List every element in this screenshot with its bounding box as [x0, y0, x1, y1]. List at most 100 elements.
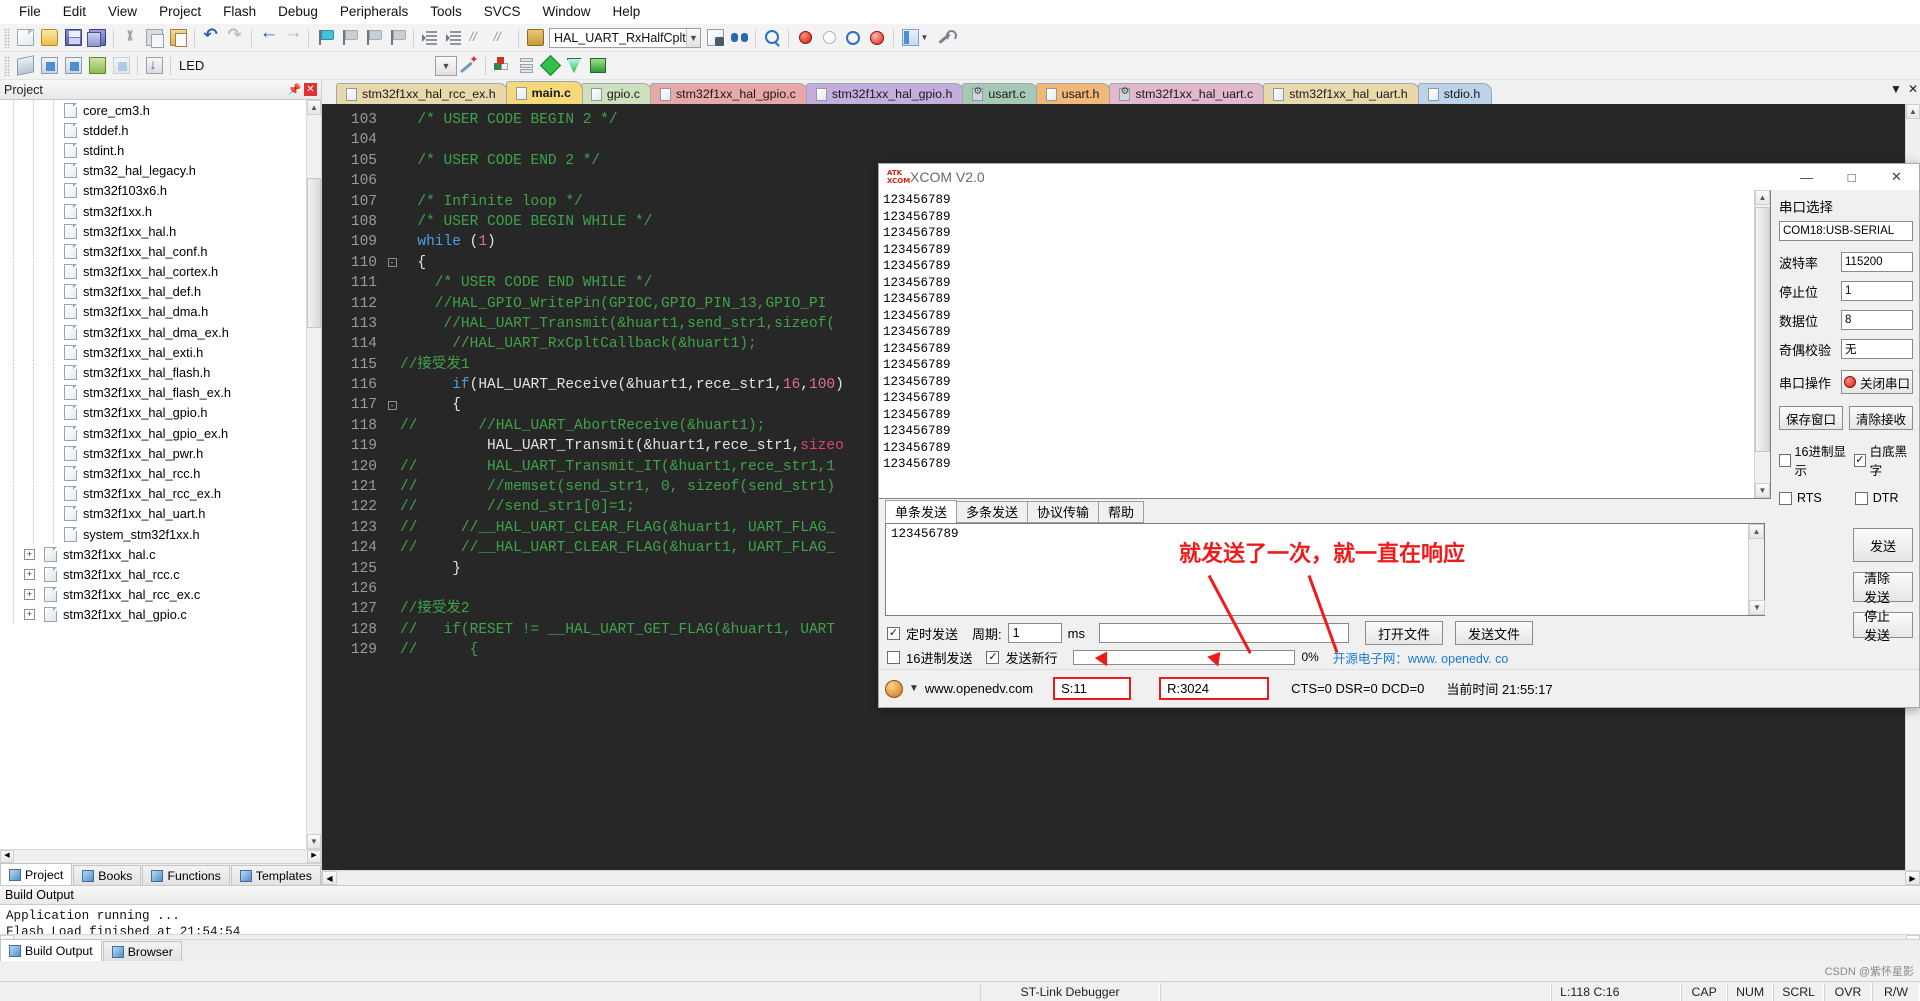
project-tab-books[interactable]: Books [73, 865, 142, 885]
tree-item[interactable]: + stm32f1xx_hal_rcc_ex.c [0, 584, 321, 605]
tree-expander[interactable]: + [24, 605, 44, 625]
scroll-down-icon[interactable]: ▼ [307, 834, 321, 849]
menu-item-debug[interactable]: Debug [267, 1, 329, 22]
xcom-window[interactable]: ATK XCOM XCOM V2.0 — □ ✕ 123456789 123456… [878, 163, 1920, 708]
editor-tab-stm32f1xx_hal_uart-c[interactable]: stm32f1xx_hal_uart.c [1109, 83, 1266, 104]
tree-item[interactable]: stm32f1xx_hal.h [0, 221, 321, 242]
tree-item[interactable]: stm32f1xx_hal_flash.h [0, 362, 321, 383]
indent-button[interactable] [418, 26, 442, 50]
menu-item-view[interactable]: View [97, 1, 148, 22]
window-layout-button[interactable]: ▼ [898, 26, 932, 50]
tree-item[interactable]: + stm32f1xx_hal_rcc.c [0, 564, 321, 585]
uncomment-button[interactable]: // [490, 26, 514, 50]
send-scrollbar[interactable]: ▲ ▼ [1748, 523, 1765, 615]
timed-send-checkbox[interactable]: ✓ [887, 626, 900, 640]
chevron-down-icon[interactable]: ▼ [921, 33, 929, 42]
fold-margin[interactable]: -- [384, 104, 400, 885]
build-tab-build-output[interactable]: Build Output [0, 939, 102, 961]
editor-tab-usart-c[interactable]: usart.c [962, 83, 1038, 104]
next-bookmark-button[interactable] [361, 26, 385, 50]
editor-tab-stdio-h[interactable]: stdio.h [1417, 83, 1493, 104]
close-icon[interactable]: ✕ [304, 83, 317, 96]
scroll-up-icon[interactable]: ▲ [1755, 190, 1770, 205]
menu-item-project[interactable]: Project [148, 1, 212, 22]
tree-item[interactable]: stddef.h [0, 120, 321, 141]
parity-value[interactable]: 无 [1841, 339, 1913, 359]
scroll-left-icon[interactable]: ◀ [322, 871, 337, 885]
find-in-files-button[interactable] [523, 26, 547, 50]
open-file-button[interactable] [37, 26, 61, 50]
download-button[interactable] [142, 54, 166, 78]
function-combo[interactable]: HAL_UART_RxHalfCpltCal ▼ [549, 27, 701, 48]
tree-item[interactable]: stm32f1xx_hal_pwr.h [0, 443, 321, 464]
menu-item-svcs[interactable]: SVCS [473, 1, 532, 22]
stop-build-button[interactable] [109, 54, 133, 78]
xcom-titlebar[interactable]: ATK XCOM XCOM V2.0 — □ ✕ [879, 164, 1919, 190]
pack-manage-button[interactable] [586, 54, 610, 78]
tree-item[interactable]: stm32f1xx_hal_def.h [0, 281, 321, 302]
tree-item[interactable]: stm32f1xx_hal_dma_ex.h [0, 322, 321, 343]
clear-bookmarks-button[interactable] [385, 26, 409, 50]
hex-display-checkbox[interactable] [1779, 453, 1791, 467]
project-tab-project[interactable]: Project [0, 863, 73, 885]
scroll-right-icon[interactable]: ▶ [307, 850, 321, 863]
new-file-button[interactable] [13, 26, 37, 50]
hex-send-checkbox[interactable] [887, 650, 900, 664]
scroll-down-icon[interactable]: ▼ [1749, 600, 1765, 615]
scroll-up-icon[interactable]: ▲ [307, 100, 321, 115]
databits-value[interactable]: 8 [1841, 310, 1913, 330]
batch-build-button[interactable] [85, 54, 109, 78]
baud-value[interactable]: 115200 [1841, 252, 1913, 272]
menu-item-file[interactable]: File [8, 1, 52, 22]
manage-multi-project-button[interactable] [514, 54, 538, 78]
editor-tab-stm32f1xx_hal_uart-h[interactable]: stm32f1xx_hal_uart.h [1263, 83, 1420, 104]
stop-send-button[interactable]: 停止发送 [1853, 609, 1913, 643]
tree-expander[interactable]: + [24, 585, 44, 605]
tree-item[interactable]: stm32f1xx_hal_gpio.h [0, 402, 321, 423]
undo-button[interactable] [199, 25, 223, 50]
chevron-down-icon[interactable]: ▼ [436, 56, 456, 75]
scrollbar-thumb[interactable] [307, 178, 321, 328]
tree-item[interactable]: stm32f1xx_hal_cortex.h [0, 261, 321, 282]
toggle-bookmark-button[interactable] [313, 26, 337, 50]
disable-breakpoint-button[interactable] [817, 26, 841, 50]
tree-expander[interactable]: + [24, 564, 44, 584]
scroll-right-icon[interactable]: ▶ [1905, 871, 1920, 885]
scroll-left-icon[interactable]: ◀ [0, 850, 14, 863]
receive-area[interactable]: 123456789 123456789 123456789 123456789 1234… [879, 190, 1771, 500]
send-tab-1[interactable]: 多条发送 [956, 500, 1029, 523]
prev-bookmark-button[interactable] [337, 26, 361, 50]
project-tab-functions[interactable]: Functions [142, 865, 230, 885]
send-tab-3[interactable]: 帮助 [1098, 500, 1145, 523]
stopbits-value[interactable]: 1 [1841, 281, 1913, 301]
scroll-up-icon[interactable]: ▲ [1906, 104, 1920, 119]
port-value[interactable]: COM18:USB-SERIAL [1779, 221, 1913, 241]
tree-item[interactable]: stdint.h [0, 140, 321, 161]
editor-tab-stm32f1xx_hal_rcc_ex-h[interactable]: stm32f1xx_hal_rcc_ex.h [336, 83, 508, 104]
target-dropdown[interactable]: ▼ [435, 55, 457, 76]
menu-item-flash[interactable]: Flash [212, 1, 267, 22]
build-button[interactable] [37, 54, 61, 78]
debug-search-button[interactable] [760, 26, 784, 50]
menu-item-help[interactable]: Help [602, 1, 652, 22]
menu-item-edit[interactable]: Edit [52, 1, 97, 22]
rts-checkbox[interactable] [1779, 491, 1792, 505]
tree-item[interactable]: + stm32f1xx_hal_gpio.c [0, 604, 321, 625]
clear-receive-button[interactable]: 清除接收 [1849, 406, 1913, 430]
tree-item[interactable]: stm32f103x6.h [0, 180, 321, 201]
editor-tab-usart-h[interactable]: usart.h [1035, 83, 1112, 104]
menu-item-tools[interactable]: Tools [419, 1, 473, 22]
menu-item-peripherals[interactable]: Peripherals [329, 1, 419, 22]
menu-item-window[interactable]: Window [531, 1, 601, 22]
minimize-button[interactable]: — [1784, 164, 1829, 190]
editor-tab-gpio-c[interactable]: gpio.c [580, 83, 652, 104]
project-tab-templates[interactable]: Templates [230, 865, 321, 885]
tree-item[interactable]: stm32f1xx_hal_uart.h [0, 503, 321, 524]
comment-button[interactable]: // [466, 26, 490, 50]
tree-item[interactable]: stm32f1xx_hal_exti.h [0, 342, 321, 363]
tab-list-icon[interactable]: ▼ [1890, 82, 1902, 96]
file-path-input[interactable] [1098, 623, 1349, 643]
send-button[interactable]: 发送 [1853, 528, 1913, 562]
fold-box-icon[interactable]: - [387, 401, 397, 411]
maximize-button[interactable]: □ [1829, 164, 1874, 190]
